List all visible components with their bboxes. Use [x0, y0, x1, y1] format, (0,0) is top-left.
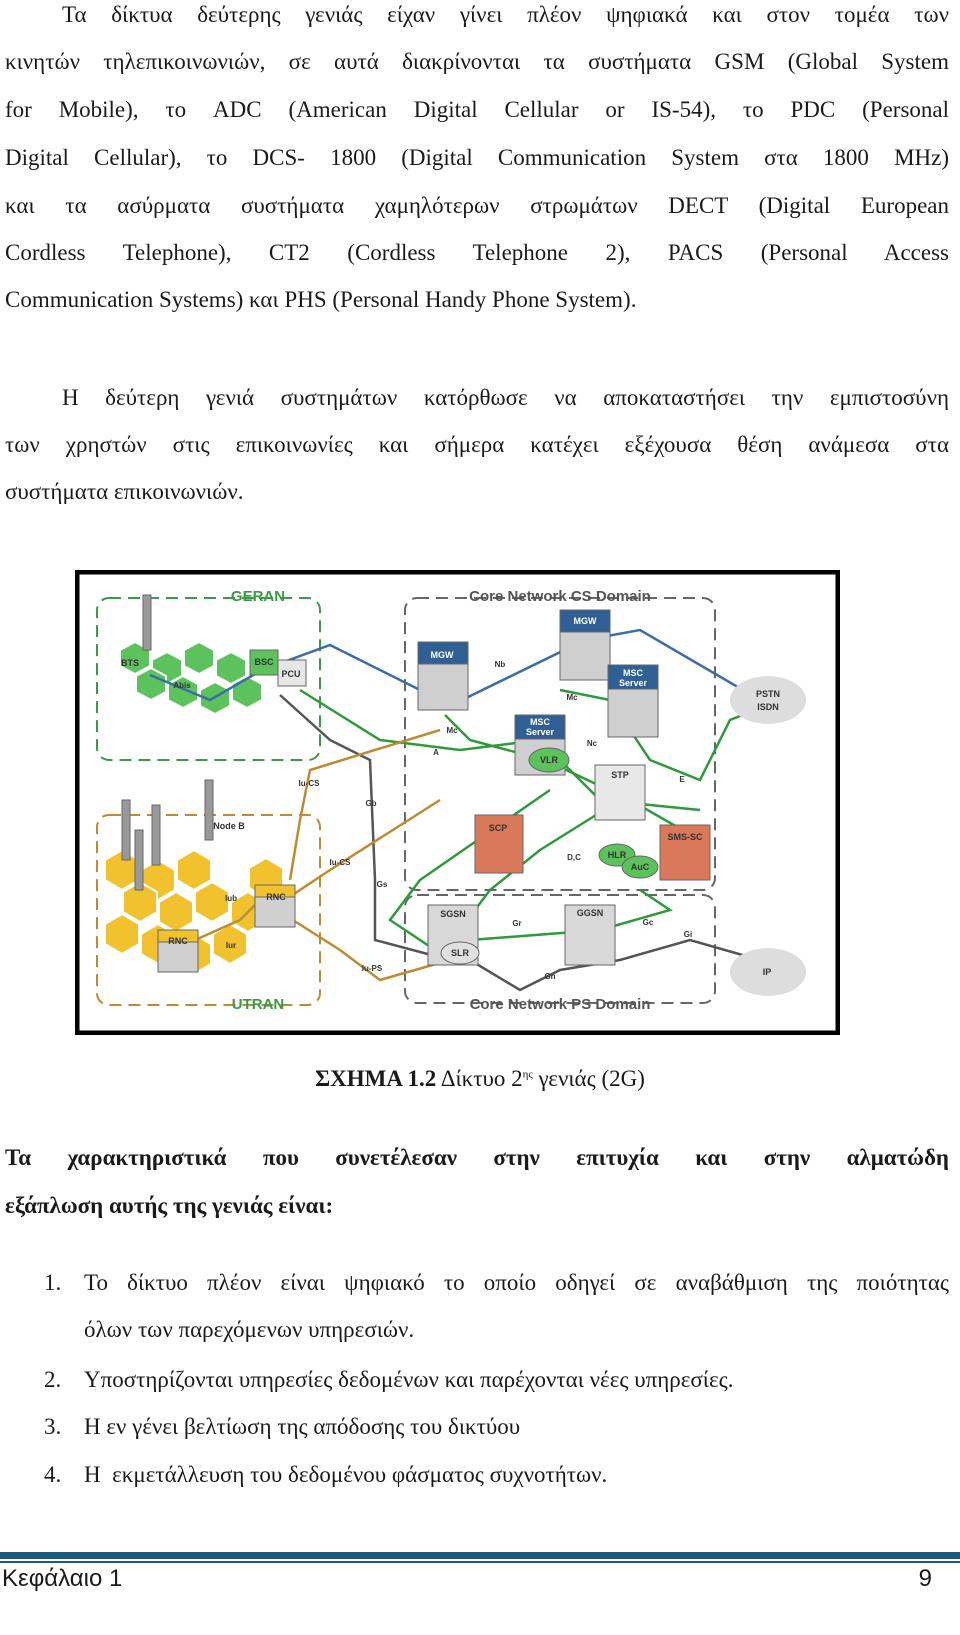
text-line: των χρηστών στις επικοινωνίες και σήμερα… — [5, 432, 949, 457]
iu-ps-label: Iu-PS — [362, 964, 383, 973]
mc-label: Mc — [566, 693, 578, 702]
node-b-label: Node B — [213, 821, 245, 831]
list-number: 2. — [44, 1367, 62, 1392]
text-line: Communication Systems) και PHS (Personal… — [5, 287, 637, 312]
e-label: E — [679, 775, 685, 784]
page-number: 9 — [918, 1565, 932, 1592]
utran-label: UTRAN — [232, 996, 285, 1013]
hlr-label: HLR — [608, 850, 627, 860]
gc-label: Gc — [643, 918, 654, 927]
list-text: όλων των παρεχόμενων υπηρεσιών. — [84, 1317, 415, 1342]
msc-label: MSC — [530, 717, 551, 727]
abis-label: Abis — [173, 681, 191, 690]
text-line: και τα ασύρματα συστήματα χαμηλότερων στ… — [5, 193, 949, 218]
scp-label: SCP — [489, 823, 508, 833]
sms-sc-label: SMS-SC — [667, 832, 703, 842]
text-line: εξάπλωση αυτής της γενιάς είναι: — [5, 1193, 334, 1218]
caption-label: ΣΧΗΜΑ 1.2 — [315, 1066, 437, 1091]
dc-label: D,C — [567, 853, 581, 862]
nb-label: Nb — [495, 660, 506, 669]
text-line: Η δεύτερη γενιά συστημάτων κατόρθωσε να … — [62, 385, 949, 410]
text-line: Τα χαρακτηριστικά που συνετέλεσαν στην ε… — [5, 1145, 949, 1170]
pstn-isdn-cloud — [730, 676, 806, 724]
text-line: συστήματα επικοινωνιών. — [5, 479, 244, 504]
gn-label: Gn — [544, 972, 555, 981]
footer-rule-thin — [0, 1561, 960, 1563]
text-line: Digital Cellular), το DCS- 1800 (Digital… — [5, 145, 949, 170]
gb-label: Gb — [365, 799, 376, 808]
gr-label: Gr — [512, 919, 521, 928]
caption-text: γενιάς (2G) — [538, 1066, 645, 1091]
iub-label: Iub — [225, 894, 237, 903]
iu-cs-label: Iu-CS — [330, 858, 352, 867]
ggsn-label: GGSN — [577, 908, 604, 918]
list-text: Το δίκτυο πλέον είναι ψηφιακό το οποίο ο… — [84, 1270, 949, 1295]
cs-domain-label: Core Network CS Domain — [469, 588, 651, 605]
nc-label: Nc — [587, 739, 598, 748]
text-line: κινητών τηλεπικοινωνιών, σε αυτά διακρίν… — [5, 49, 949, 74]
list-text: Υποστηρίζονται υπηρεσίες δεδομένων και π… — [84, 1367, 734, 1392]
msc-label: MSC — [623, 668, 644, 678]
ps-domain-label: Core Network PS Domain — [470, 996, 651, 1013]
a-label: A — [433, 748, 439, 757]
ip-label: IP — [763, 967, 772, 977]
list-number: 3. — [44, 1414, 62, 1439]
caption-superscript: ης — [522, 1068, 533, 1081]
pcu-label: PCU — [281, 669, 300, 679]
auc-label: AuC — [631, 862, 650, 872]
text-line: for Mobile), το ADC (American Digital Ce… — [5, 97, 949, 122]
network-diagram: GERAN Core Network CS Domain UTRAN Core … — [75, 570, 840, 1035]
rnc-label: RNC — [168, 936, 188, 946]
stp-label: STP — [611, 770, 629, 780]
server-label: Server — [526, 727, 555, 737]
text-line: Τα δίκτυα δεύτερης γενιάς είχαν γίνει πλ… — [62, 2, 949, 27]
isdn-label: ISDN — [757, 702, 779, 712]
list-text: Η εκμετάλλευση του δεδομένου φάσματος συ… — [84, 1462, 608, 1487]
gs-label: Gs — [377, 880, 388, 889]
list-number: 1. — [44, 1270, 62, 1295]
iur-label: Iur — [226, 941, 236, 950]
figure-caption: ΣΧΗΜΑ 1.2 Δίκτυο 2ης γενιάς (2G) — [0, 1066, 960, 1092]
bsc-label: BSC — [254, 657, 274, 667]
pstn-label: PSTN — [756, 689, 780, 699]
mgw-label: MGW — [431, 650, 454, 660]
server-label: Server — [619, 678, 648, 688]
footer-rule — [0, 1552, 960, 1559]
footer-chapter: Κεφάλαιο 1 — [2, 1565, 123, 1592]
gi-label: Gi — [684, 930, 692, 939]
mgw-label: MGW — [574, 616, 597, 626]
iu-cs-label: Iu-CS — [299, 779, 321, 788]
sgsn-label: SGSN — [440, 909, 466, 919]
text-line: Cordless Telephone), CT2 (Cordless Telep… — [5, 240, 949, 265]
list-number: 4. — [44, 1462, 62, 1487]
rnc-label: RNC — [266, 892, 286, 902]
caption-text: Δίκτυο 2 — [440, 1066, 523, 1091]
slr-label: SLR — [451, 948, 470, 958]
list-text: Η εν γένει βελτίωση της απόδοσης του δικ… — [84, 1414, 521, 1439]
vlr-label: VLR — [540, 755, 559, 765]
bts-label: BTS — [121, 658, 139, 668]
geran-label: GERAN — [231, 588, 285, 605]
mc-label: Mc — [446, 726, 458, 735]
